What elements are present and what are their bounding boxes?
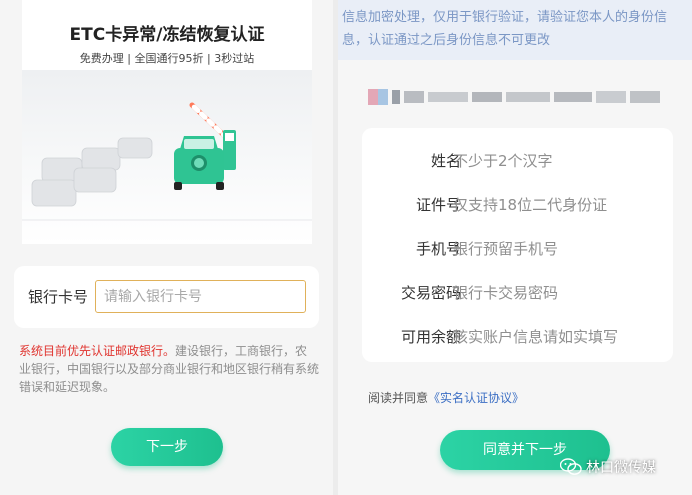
form-row-password[interactable]: 交易密码 银行卡交易密码 bbox=[362, 270, 673, 314]
identity-form: 姓名 不少于2个汉字 证件号 仅支持18位二代身份证 手机号 银行预留手机号 交… bbox=[362, 128, 673, 362]
watermark: 林口微传媒 bbox=[560, 456, 656, 478]
agreement-line: 阅读并同意《实名认证协议》 bbox=[368, 389, 524, 406]
agreement-prefix: 阅读并同意 bbox=[368, 391, 429, 405]
password-label: 交易密码 bbox=[400, 284, 461, 302]
phone-input[interactable]: 银行预留手机号 bbox=[453, 238, 558, 259]
bank-card-label: 银行卡号 bbox=[28, 288, 89, 306]
left-screen: ETC卡异常/冻结恢复认证 免费办理 | 全国通行95折 | 3秒过站 银行卡号… bbox=[0, 0, 333, 495]
notice-highlight: 系统目前优先认证邮政银行。 bbox=[19, 344, 176, 358]
bank-notice: 系统目前优先认证邮政银行。建设银行，工商银行，农业银行，中国银行以及部分商业银行… bbox=[19, 342, 319, 396]
form-row-id[interactable]: 证件号 仅支持18位二代身份证 bbox=[362, 182, 673, 226]
wechat-icon bbox=[560, 458, 582, 475]
form-row-balance[interactable]: 可用余额 核实账户信息请如实填写 bbox=[362, 314, 673, 358]
password-input[interactable]: 银行卡交易密码 bbox=[453, 282, 558, 303]
toll-gate-illustration bbox=[22, 70, 312, 244]
form-row-name[interactable]: 姓名 不少于2个汉字 bbox=[362, 138, 673, 182]
balance-label: 可用余额 bbox=[400, 328, 461, 346]
next-button[interactable]: 下一步 bbox=[111, 428, 223, 466]
name-input[interactable]: 不少于2个汉字 bbox=[453, 150, 553, 171]
form-row-phone[interactable]: 手机号 银行预留手机号 bbox=[362, 226, 673, 270]
balance-input[interactable]: 核实账户信息请如实填写 bbox=[453, 326, 618, 347]
banner-subtitle: 免费办理 | 全国通行95折 | 3秒过站 bbox=[79, 52, 255, 65]
agreement-link[interactable]: 《实名认证协议》 bbox=[428, 391, 524, 405]
bank-card-input[interactable] bbox=[95, 280, 306, 313]
right-screen: 信息加密处理，仅用于银行验证，请验证您本人的身份信息，认证通过之后身份信息不可更… bbox=[338, 0, 692, 495]
encryption-note: 信息加密处理，仅用于银行验证，请验证您本人的身份信息，认证通过之后身份信息不可更… bbox=[338, 0, 692, 60]
id-input[interactable]: 仅支持18位二代身份证 bbox=[453, 194, 607, 215]
banner-title: ETC卡异常/冻结恢复认证 bbox=[69, 25, 265, 45]
blurred-account-info bbox=[368, 89, 660, 105]
watermark-text: 林口微传媒 bbox=[586, 460, 656, 476]
bank-card-input-card: 银行卡号 bbox=[14, 266, 319, 328]
etc-banner: ETC卡异常/冻结恢复认证 免费办理 | 全国通行95折 | 3秒过站 bbox=[22, 0, 312, 244]
